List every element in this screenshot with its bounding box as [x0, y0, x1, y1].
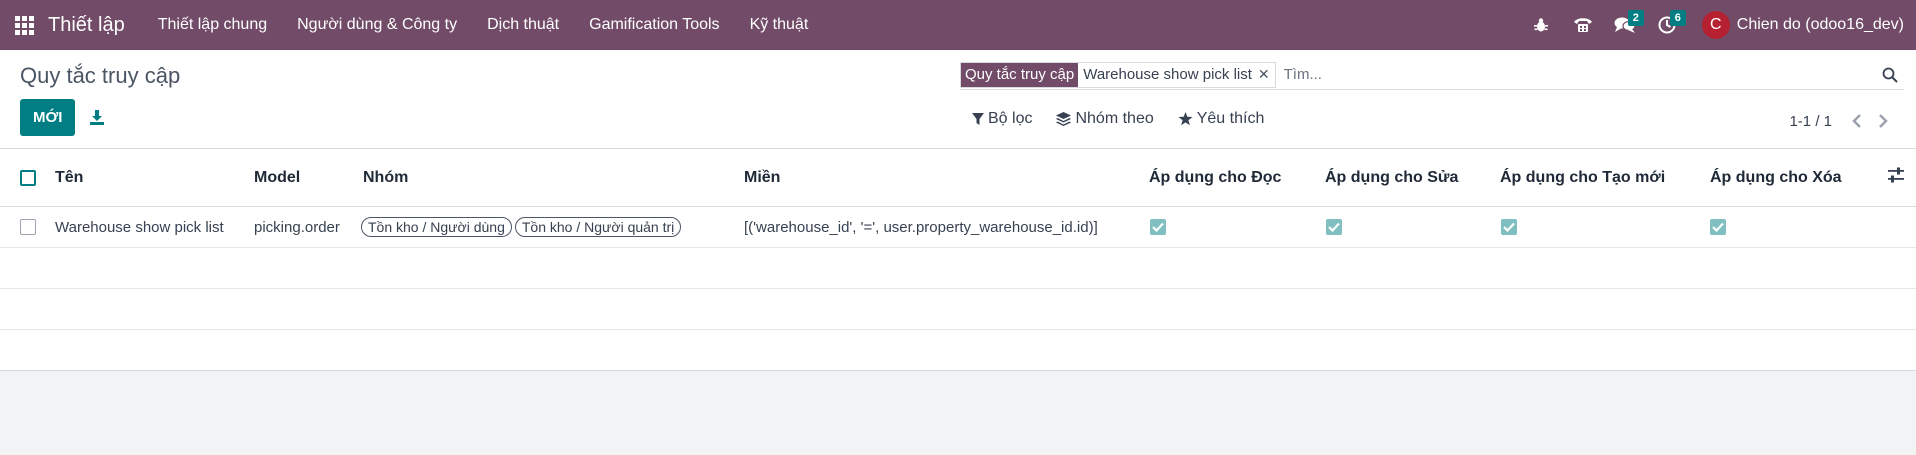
filters-button[interactable]: Bộ lọc: [972, 110, 1032, 128]
page-title: Quy tắc truy cập: [20, 63, 181, 88]
pager: 1-1 / 1: [1789, 108, 1896, 134]
menu-gamification-tools[interactable]: Gamification Tools: [574, 0, 734, 50]
column-domain[interactable]: Miền: [744, 149, 780, 206]
column-model[interactable]: Model: [254, 149, 300, 206]
perm-read-checkbox[interactable]: [1150, 219, 1166, 235]
table-row[interactable]: Warehouse show pick list picking.order T…: [0, 207, 1916, 248]
facet-label: Quy tắc truy cập: [961, 62, 1079, 87]
perm-create-checkbox[interactable]: [1501, 219, 1517, 235]
search-facet: Quy tắc truy cập Warehouse show pick lis…: [960, 61, 1276, 88]
column-perm-unlink[interactable]: Áp dụng cho Xóa: [1710, 149, 1842, 206]
facet-value: Warehouse show pick list: [1078, 62, 1257, 87]
phone-icon[interactable]: [1562, 0, 1604, 50]
search-input[interactable]: [1283, 61, 1876, 88]
menu-translations[interactable]: Dịch thuật: [472, 0, 574, 50]
pager-previous-icon[interactable]: [1844, 108, 1870, 134]
filter-icon: [972, 112, 984, 125]
user-menu[interactable]: C Chien do (odoo16_dev): [1701, 11, 1904, 39]
menu-technical[interactable]: Kỹ thuật: [735, 0, 824, 50]
group-tag: Tồn kho / Người quản trị: [514, 217, 682, 237]
search-options: Bộ lọc Nhóm theo Yêu thích: [972, 110, 1288, 128]
messages-badge: 2: [1627, 10, 1644, 26]
layers-icon: [1056, 112, 1072, 126]
main-menu: Thiết lập chung Người dùng & Công ty Dịc…: [143, 0, 824, 50]
select-all-checkbox[interactable]: [20, 169, 36, 186]
column-perm-create[interactable]: Áp dụng cho Tạo mới: [1500, 149, 1665, 206]
search-bar: Quy tắc truy cập Warehouse show pick lis…: [960, 60, 1904, 90]
cell-groups[interactable]: Tồn kho / Người dùng Tồn kho / Người quả…: [361, 207, 684, 247]
top-navbar: Thiết lập Thiết lập chung Người dùng & C…: [0, 0, 1916, 50]
user-name: Chien do (odoo16_dev): [1736, 16, 1904, 33]
empty-row: [0, 248, 1916, 289]
avatar: C: [1701, 11, 1730, 39]
search-icon[interactable]: [1876, 61, 1904, 89]
group-by-label: Nhóm theo: [1075, 110, 1154, 127]
cell-model[interactable]: picking.order: [254, 207, 340, 247]
empty-row: [0, 289, 1916, 330]
app-title[interactable]: Thiết lập: [48, 14, 125, 37]
column-perm-write[interactable]: Áp dụng cho Sửa: [1325, 149, 1458, 206]
cell-domain[interactable]: [('warehouse_id', '=', user.property_war…: [744, 207, 1098, 247]
control-panel: Quy tắc truy cập MỚI Quy tắc truy cập Wa…: [0, 50, 1916, 149]
menu-users-companies[interactable]: Người dùng & Công ty: [282, 0, 472, 50]
perm-unlink-checkbox[interactable]: [1710, 219, 1726, 235]
systray: 2 6 C Chien do (odoo16_dev): [1520, 0, 1916, 50]
empty-row: [0, 330, 1916, 371]
menu-general-settings[interactable]: Thiết lập chung: [143, 0, 282, 50]
pager-value[interactable]: 1-1 / 1: [1789, 113, 1832, 130]
group-tag: Tồn kho / Người dùng: [361, 217, 512, 237]
apps-menu-icon[interactable]: [0, 0, 48, 50]
favorites-button[interactable]: Yêu thích: [1178, 110, 1265, 128]
new-button[interactable]: MỚI: [20, 99, 76, 136]
activities-badge: 6: [1669, 10, 1686, 26]
cell-name[interactable]: Warehouse show pick list: [55, 207, 224, 247]
activities-clock-icon[interactable]: 6: [1646, 0, 1688, 50]
column-perm-read[interactable]: Áp dụng cho Đọc: [1149, 149, 1281, 206]
export-download-icon[interactable]: [84, 103, 110, 131]
pager-next-icon[interactable]: [1870, 108, 1896, 134]
favorites-label: Yêu thích: [1196, 110, 1265, 127]
row-select-checkbox[interactable]: [20, 219, 36, 235]
filters-label: Bộ lọc: [988, 110, 1033, 127]
perm-write-checkbox[interactable]: [1326, 219, 1342, 235]
group-by-button[interactable]: Nhóm theo: [1056, 110, 1154, 128]
column-groups[interactable]: Nhóm: [363, 149, 408, 206]
optional-columns-sliders-icon[interactable]: [1888, 167, 1904, 187]
messages-icon[interactable]: 2: [1604, 0, 1646, 50]
debug-bug-icon[interactable]: [1520, 0, 1562, 50]
facet-remove-icon[interactable]: ✕: [1257, 63, 1275, 87]
table-header: Tên Model Nhóm Miền Áp dụng cho Đọc Áp d…: [0, 149, 1916, 207]
column-name[interactable]: Tên: [55, 149, 83, 206]
star-icon: [1178, 112, 1193, 126]
list-view: Tên Model Nhóm Miền Áp dụng cho Đọc Áp d…: [0, 149, 1916, 371]
